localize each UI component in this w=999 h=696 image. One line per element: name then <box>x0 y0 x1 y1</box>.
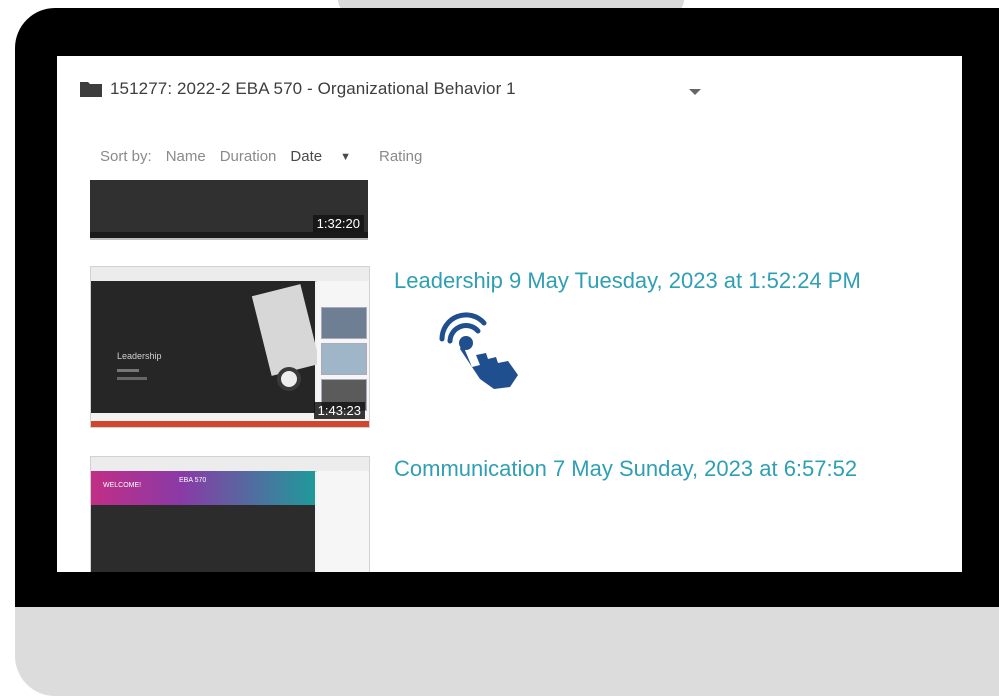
folder-header[interactable]: 151277: 2022-2 EBA 570 - Organizational … <box>80 76 516 102</box>
sort-label: Sort by: <box>100 148 152 165</box>
thumbnail-taskbar <box>90 232 368 238</box>
thumbnail-toolbar <box>91 267 369 282</box>
thumbnail-sidebar <box>317 471 369 572</box>
thumbnail-banner-text: WELCOME! <box>103 482 142 489</box>
video-thumbnail[interactable]: WELCOME! EBA 570 <box>90 456 370 572</box>
duration-badge: 1:32:20 <box>312 215 364 232</box>
video-thumbnail[interactable]: Leadership 1:43:23 <box>90 266 370 428</box>
sort-option-name[interactable]: Name <box>166 148 206 165</box>
thumbnail-paper <box>251 284 321 376</box>
video-thumbnail[interactable]: 1:32:20 <box>90 180 368 240</box>
caret-down-icon[interactable] <box>689 84 701 95</box>
duration-badge: 1:43:23 <box>313 402 365 419</box>
thumbnail-line <box>117 377 147 380</box>
thumbnail-toolbar <box>91 457 369 472</box>
thumbnail-slide <box>91 505 315 572</box>
sort-option-date[interactable]: Date ▼ <box>290 148 365 165</box>
video-title-link[interactable]: Leadership 9 May Tuesday, 2023 at 1:52:2… <box>394 268 861 294</box>
folder-title: 151277: 2022-2 EBA 570 - Organizational … <box>110 79 516 98</box>
sort-option-date-label: Date <box>290 148 323 165</box>
thumbnail-slide-title: Leadership <box>117 351 162 361</box>
thumbnail-banner-text: EBA 570 <box>179 477 207 484</box>
sort-direction-icon: ▼ <box>340 151 351 163</box>
thumbnail-cup <box>277 367 301 391</box>
sort-option-duration[interactable]: Duration <box>220 148 277 165</box>
thumbnail-mini-slide <box>321 307 367 339</box>
folder-icon <box>80 81 102 97</box>
tap-hand-icon <box>436 309 536 391</box>
thumbnail-slide: Leadership <box>91 281 321 413</box>
video-title-link[interactable]: Communication 7 May Sunday, 2023 at 6:57… <box>394 456 857 482</box>
thumbnail-line <box>117 369 139 372</box>
thumbnail-mini-slide <box>321 343 367 375</box>
sort-bar: Sort by: Name Duration Date ▼ Rating <box>100 148 436 165</box>
progress-bar <box>91 421 369 427</box>
thumbnail-banner: WELCOME! EBA 570 <box>91 471 315 505</box>
sort-option-rating[interactable]: Rating <box>379 148 422 165</box>
monitor-chin <box>15 607 999 696</box>
